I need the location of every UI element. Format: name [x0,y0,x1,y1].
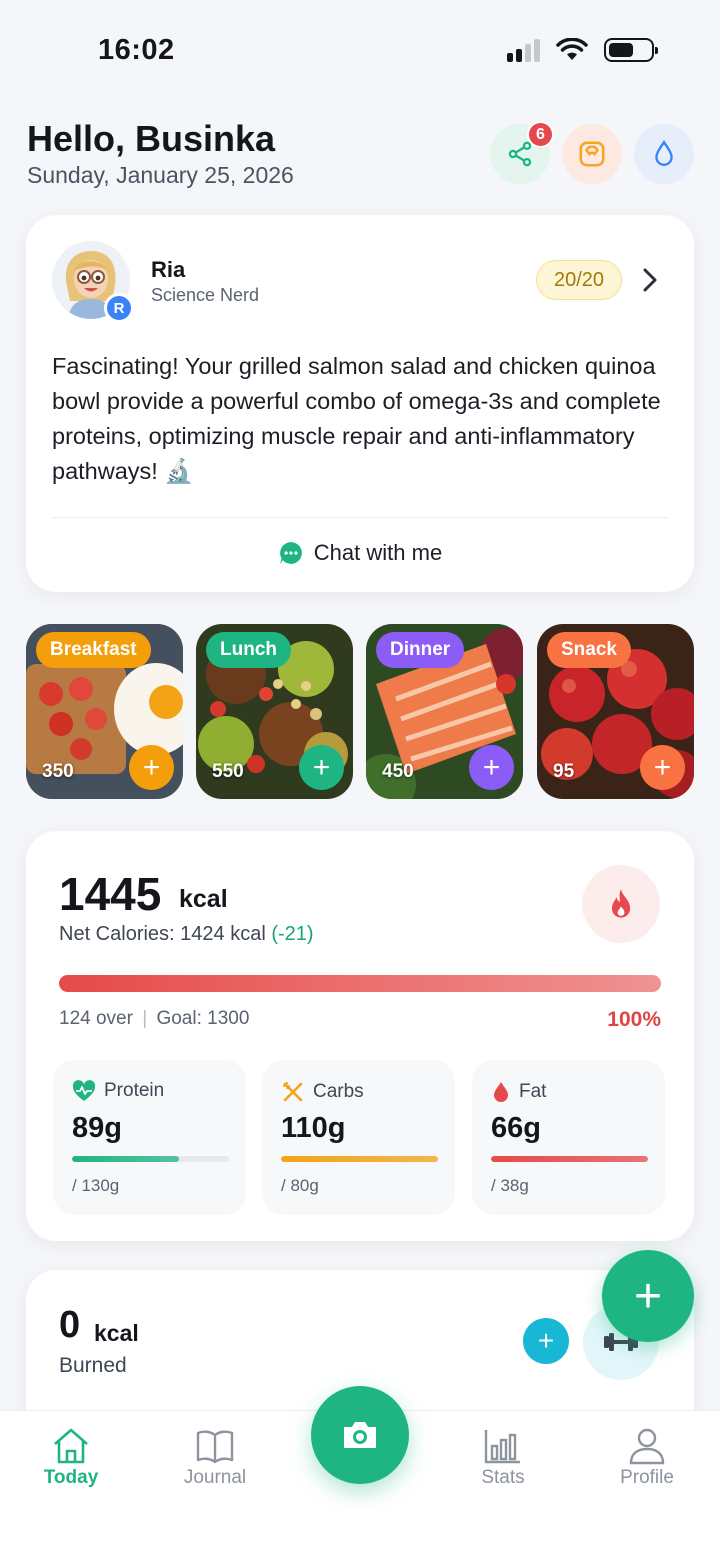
macro-goal-fat: / 38g [491,1176,529,1195]
meal-kcal-lunch: 550 [212,761,244,782]
book-icon [196,1430,234,1464]
coach-card[interactable]: R Ria Science Nerd 20/20 Fascinating! Yo… [26,215,694,592]
scale-button[interactable] [562,124,622,184]
drop-icon [494,1082,508,1102]
status-icons [507,38,658,62]
calories-consumed: 1445 [59,868,162,920]
calorie-percent: 100% [607,1008,661,1031]
heart-pulse-icon [72,1080,96,1101]
macro-goal-carbs: / 80g [281,1176,319,1195]
net-calories-label: Net Calories: 1424 kcal [59,923,266,945]
tab-profile-label: Profile [620,1467,674,1488]
macro-card-protein[interactable]: Protein 89g / 130g [53,1060,246,1215]
tab-journal-label: Journal [183,1467,247,1488]
macro-value-protein: 89g [72,1112,122,1144]
meal-kcal-snack: 95 [553,761,575,782]
share-icon [508,141,532,167]
meal-tile-dinner[interactable]: Dinner 450 + [366,624,523,799]
tab-today-label: Today [43,1467,99,1488]
tab-profile[interactable]: Profile [592,1427,702,1489]
meal-kcal-breakfast: 350 [42,761,74,782]
flame-icon [611,889,631,918]
calorie-progress-bar [59,975,661,992]
tab-today[interactable]: Today [16,1427,126,1489]
coach-message: Fascinating! Your grilled salmon salad a… [52,353,661,484]
calorie-over: 124 over [59,1008,133,1029]
macro-card-fat[interactable]: Fat 66g / 38g [472,1060,665,1215]
meal-tile-breakfast[interactable]: Breakfast 350 + [26,624,183,799]
water-drop-icon [655,140,673,166]
coach-name: Ria [151,257,186,282]
divider [52,517,668,518]
add-lunch-button[interactable]: + [299,745,344,790]
macro-fill-fat [491,1156,648,1162]
signal-icon [507,38,540,62]
macro-value-fat: 66g [491,1112,541,1144]
add-snack-button[interactable]: + [640,745,685,790]
tab-journal[interactable]: Journal [160,1427,270,1489]
chat-bubble-icon [279,542,302,564]
meal-kcal-dinner: 450 [382,761,414,782]
meal-tile-snack[interactable]: Snack 95 + [537,624,694,799]
net-calories: Net Calories: 1424 kcal (-21) [59,923,314,946]
scale-icon [579,141,605,167]
coach-role: Science Nerd [151,285,260,305]
macro-value-carbs: 110g [281,1112,346,1144]
battery-icon [604,38,658,62]
calorie-progress-fill [59,975,661,992]
score-badge: 20/20 [536,260,622,300]
water-button[interactable] [634,124,694,184]
notification-badge: 6 [527,121,554,148]
calories-card[interactable]: 1445 kcal Net Calories: 1424 kcal (-21) … [26,831,694,1241]
wifi-icon [556,38,588,60]
user-icon [629,1428,665,1465]
meal-tag-snack: Snack [547,632,631,668]
meal-tag-breakfast: Breakfast [36,632,151,668]
status-time: 16:02 [98,34,175,66]
macro-bar-carbs [281,1156,438,1162]
camera-icon [344,1422,376,1448]
calories-unit: kcal [179,885,228,913]
macro-fill-protein [72,1156,179,1162]
macro-name-protein: Protein [104,1080,165,1101]
chat-label: Chat with me [313,540,443,565]
burned-unit: kcal [94,1320,139,1346]
chat-button[interactable]: Chat with me [26,533,694,573]
add-entry-fab[interactable]: + [602,1250,694,1342]
net-calories-diff: (-21) [271,923,314,945]
macro-name-carbs: Carbs [313,1081,364,1102]
add-breakfast-button[interactable]: + [129,745,174,790]
macro-goal-protein: / 130g [72,1176,120,1195]
bar-chart-icon [484,1430,520,1464]
macro-fill-carbs [281,1156,438,1162]
calorie-goal: Goal: 1300 [156,1008,250,1029]
greeting: Hello, Businka [27,118,276,159]
add-dinner-button[interactable]: + [469,745,514,790]
macro-card-carbs[interactable]: Carbs 110g / 80g [262,1060,455,1215]
meal-tile-lunch[interactable]: Lunch 550 + [196,624,353,799]
add-exercise-button[interactable]: + [523,1318,569,1364]
meal-tag-dinner: Dinner [376,632,465,668]
macro-bar-fat [491,1156,648,1162]
burned-label: Burned [59,1354,127,1377]
burned-value: 0 [59,1304,81,1346]
tab-stats[interactable]: Stats [448,1427,558,1489]
camera-button[interactable] [311,1386,409,1484]
tab-stats-label: Stats [481,1467,525,1488]
date-label: Sunday, January 25, 2026 [27,162,294,188]
utensils-icon [283,1082,303,1102]
coach-avatar-badge: R [104,293,134,323]
meal-tag-lunch: Lunch [206,632,291,668]
home-icon [54,1428,88,1464]
macro-bar-protein [72,1156,229,1162]
chevron-right-icon[interactable] [638,265,662,295]
flame-badge [582,865,660,943]
macro-name-fat: Fat [519,1081,547,1102]
calorie-over-goal: 124 over | Goal: 1300 [59,1008,250,1029]
